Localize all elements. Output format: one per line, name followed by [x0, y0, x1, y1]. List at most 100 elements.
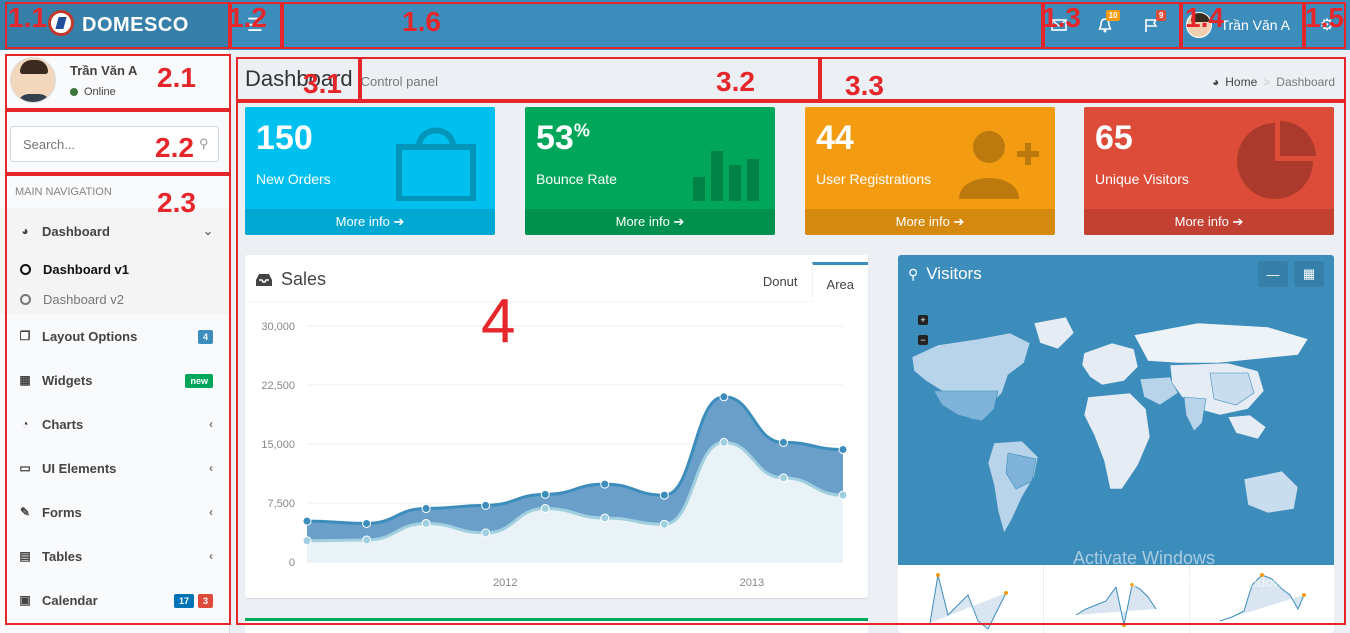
tasks-button[interactable]: 9: [1128, 0, 1174, 50]
sidebar-item-label: Charts: [42, 416, 84, 432]
search-input[interactable]: [23, 136, 199, 152]
sidebar-subitem-label: Dashboard v2: [43, 291, 124, 307]
sidebar-search: ⚲: [10, 126, 219, 162]
more-info-text: More info: [615, 214, 670, 229]
sidebar-item-calendar[interactable]: ▣ Calendar 17 3: [0, 578, 229, 622]
map-india[interactable]: [1183, 396, 1207, 432]
files-icon: ❐: [19, 329, 31, 343]
arrow-circle-right-icon: ➔: [393, 214, 405, 229]
more-info-link[interactable]: More info ➔: [805, 209, 1055, 235]
more-info-link[interactable]: More info ➔: [525, 209, 775, 235]
user-status[interactable]: Online: [70, 86, 137, 98]
more-info-text: More info: [335, 214, 390, 229]
chevron-left-icon: ‹: [209, 417, 213, 431]
stat-value: 53%: [536, 119, 590, 158]
zoom-in-button[interactable]: +: [918, 315, 928, 325]
map-greenland[interactable]: [1033, 316, 1075, 350]
sales-area-chart: 30,000 22,500 15,000 7,500 0 2012 2013: [261, 321, 848, 589]
data-point: [778, 437, 788, 447]
bottom-box: [245, 618, 868, 633]
more-info-text: More info: [1174, 214, 1229, 229]
calendar-badge: 17: [173, 594, 194, 608]
search-icon[interactable]: ⚲: [199, 136, 209, 152]
sidebar-subitem-dashboard-v2[interactable]: Dashboard v2: [0, 284, 229, 314]
chevron-left-icon: ‹: [209, 505, 213, 519]
inbox-icon: [256, 273, 272, 286]
main-sidebar: Trần Văn A Online ⚲ MAIN NAVIGATION ◕ Da…: [0, 50, 230, 633]
user-status-text: Online: [84, 85, 116, 98]
bar-chart-icon: [693, 151, 759, 201]
arrow-circle-right-icon: ➔: [953, 214, 965, 229]
sidebar-item-charts[interactable]: ◔ Charts ‹: [0, 402, 229, 446]
map-usa[interactable]: [933, 390, 999, 422]
breadcrumb-current: Dashboard: [1276, 75, 1335, 89]
stat-label: User Registrations: [816, 171, 932, 187]
dashboard-icon: ◕: [1212, 75, 1220, 89]
visitors-title: Visitors: [926, 264, 982, 283]
badge-wrap: new: [181, 373, 213, 388]
map-southeast-asia[interactable]: [1227, 414, 1267, 440]
data-point: [362, 535, 372, 545]
sidebar-toggle-button[interactable]: ☰: [230, 0, 280, 50]
stat-label: Bounce Rate: [536, 171, 617, 187]
logo[interactable]: DOMESCO: [0, 0, 230, 50]
sidebar-item-forms[interactable]: ✎ Forms ‹: [0, 490, 229, 534]
edit-icon: ✎: [19, 505, 31, 519]
tab-donut[interactable]: Donut: [749, 262, 812, 302]
sidebar-item-dashboard[interactable]: ◕ Dashboard ⌄: [0, 208, 229, 254]
circle-icon: [20, 263, 31, 275]
data-point: [481, 500, 491, 510]
messages-count-badge: [1068, 10, 1075, 12]
map-africa[interactable]: [1083, 392, 1151, 490]
data-point: [719, 437, 729, 447]
control-sidebar-button[interactable]: ⚙: [1304, 0, 1350, 50]
sidebar-item-label: Tables: [42, 548, 83, 564]
data-point: [838, 490, 848, 500]
more-info-link[interactable]: More info ➔: [1084, 209, 1334, 235]
y-tick-label: 7,500: [267, 498, 295, 510]
data-point: [600, 479, 610, 489]
sidebar-subitem-dashboard-v1[interactable]: Dashboard v1: [0, 254, 229, 284]
y-tick-label: 30,000: [261, 321, 295, 333]
map-russia[interactable]: [1133, 322, 1309, 364]
more-info-link[interactable]: More info ➔: [245, 209, 495, 235]
sidebar-menu: ◕ Dashboard ⌄ Dashboard v1 Dashboard v2 …: [0, 208, 229, 622]
stat-label: Unique Visitors: [1095, 171, 1189, 187]
map-australia[interactable]: [1243, 470, 1299, 514]
sidebar-item-tables[interactable]: ▤ Tables ‹: [0, 534, 229, 578]
sidebar-item-label: UI Elements: [42, 460, 117, 476]
data-point: [838, 445, 848, 455]
data-point: [421, 504, 431, 514]
tab-area[interactable]: Area: [811, 261, 868, 302]
collapse-button[interactable]: —: [1258, 261, 1288, 287]
breadcrumb-home[interactable]: Home: [1225, 75, 1257, 89]
date-range-button[interactable]: ▦: [1294, 261, 1324, 287]
y-tick-label: 15,000: [261, 439, 295, 451]
data-point: [540, 489, 550, 499]
stat-value: 150: [256, 119, 313, 158]
user-panel: Trần Văn A Online: [0, 50, 229, 110]
sidebar-item-label: Forms: [42, 504, 82, 520]
messages-button[interactable]: [1036, 0, 1082, 50]
y-tick-label: 0: [289, 557, 295, 569]
stat-number: 44: [816, 119, 854, 157]
pie-graph-icon: [1237, 121, 1316, 199]
sidebar-item-widgets[interactable]: ▦ Widgets new: [0, 358, 229, 402]
breadcrumb: ◕ Home > Dashboard: [1212, 75, 1335, 89]
user-menu[interactable]: Trần Văn A: [1174, 0, 1304, 50]
domesco-logo-icon: [48, 10, 74, 36]
notifications-button[interactable]: 10: [1082, 0, 1128, 50]
logo-text: DOMESCO: [82, 13, 189, 36]
sidebar-item-ui-elements[interactable]: ▭ UI Elements ‹: [0, 446, 229, 490]
widgets-badge: new: [185, 374, 213, 388]
nav-header: MAIN NAVIGATION: [15, 186, 112, 198]
laptop-icon: ▭: [19, 461, 31, 475]
chevron-left-icon: ‹: [209, 549, 213, 563]
zoom-out-button[interactable]: −: [918, 335, 928, 345]
map-europe[interactable]: [1081, 342, 1139, 386]
gears-icon: ⚙: [1319, 17, 1335, 34]
data-point: [362, 518, 372, 528]
sidebar-item-layout-options[interactable]: ❐ Layout Options 4: [0, 314, 229, 358]
calendar-icon: ▦: [1302, 266, 1316, 281]
stat-box-new-orders: 150 New Orders More info ➔: [245, 107, 495, 235]
